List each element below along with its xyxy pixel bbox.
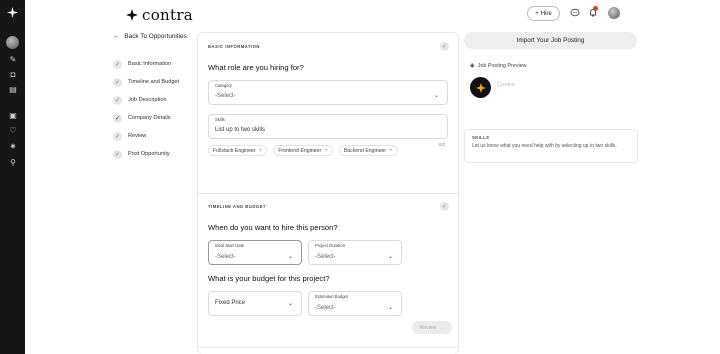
skill-chip[interactable]: Frontend Engineer + <box>273 145 333 156</box>
tools-icon[interactable]: ✎ <box>9 56 17 64</box>
review-label: Review <box>419 324 437 331</box>
role-question: What role are you hiring for? <box>208 63 304 72</box>
document-icon[interactable]: ▤ <box>9 86 17 94</box>
hire-label: Hire <box>540 10 552 17</box>
skills-label: Skills <box>215 117 225 122</box>
chip-label: Backend Engineer <box>343 147 387 154</box>
job-form: BASIC INFORMATION ✓ What role are you hi… <box>197 32 459 354</box>
step-label: Timeline and Budget <box>128 79 180 85</box>
budget-question: What is your budget for this project? <box>208 274 330 283</box>
company-avatar <box>470 77 491 98</box>
skills-counter: 0/2 <box>439 142 446 147</box>
preview-header: ◉ Job Posting Preview <box>470 63 527 69</box>
check-icon: ✓ <box>113 59 122 69</box>
plus-icon: + <box>535 10 539 17</box>
chevron-down-icon: ⌄ <box>287 254 293 260</box>
category-select[interactable]: Category -Select- ⌄ <box>208 80 448 105</box>
duration-label: Project Duration <box>315 243 346 248</box>
chip-label: Fullstack Engineer <box>213 147 256 154</box>
start-date-value: -Select- <box>215 254 236 260</box>
duration-value: -Select- <box>315 254 336 260</box>
skill-suggestions: Fullstack Engineer + Frontend Engineer +… <box>208 145 398 156</box>
skill-chip[interactable]: Backend Engineer + <box>338 145 398 156</box>
skills-card-description: Let us know what you need help with by s… <box>472 143 617 149</box>
eye-icon: ◉ <box>470 63 475 69</box>
check-icon: ✓ <box>113 77 122 87</box>
plus-icon: + <box>258 147 263 154</box>
plus-icon: + <box>389 147 393 154</box>
settings-icon[interactable]: ✷ <box>9 143 17 151</box>
estimated-budget-label: Estimated Budget <box>315 294 349 299</box>
step-label: Job Description <box>128 97 167 103</box>
check-icon: ✓ <box>440 202 449 211</box>
user-avatar[interactable] <box>608 7 620 19</box>
section-divider <box>198 193 458 194</box>
skills-card-title: SKILLS <box>472 135 490 140</box>
duration-select[interactable]: Project Duration -Select- ⌄ <box>308 240 402 265</box>
contra-logo-icon <box>475 82 486 93</box>
back-link[interactable]: ← Back To Opportunities <box>113 33 187 40</box>
chevron-down-icon: ⌄ <box>387 305 393 311</box>
step-label: Review <box>128 133 147 139</box>
contra-mark-icon <box>126 9 138 21</box>
search-icon[interactable]: ⚲ <box>9 159 17 167</box>
check-icon: ✓ <box>113 149 122 159</box>
chat-icon[interactable] <box>570 8 580 18</box>
arrow-right-icon: → <box>439 324 445 331</box>
step-job-description[interactable]: ✓ Job Description <box>113 91 179 109</box>
top-bar: contra + Hire <box>25 0 720 30</box>
plus-icon: + <box>324 147 328 154</box>
price-type-select[interactable]: Fixed Price ⌄ <box>208 291 302 316</box>
check-icon: ✓ <box>440 42 449 51</box>
estimated-budget-select[interactable]: Estimated Budget -Select- ⌄ <box>308 291 402 316</box>
check-icon: ✓ <box>113 95 122 105</box>
chevron-down-icon: ⌄ <box>287 301 293 307</box>
section-divider <box>198 347 458 348</box>
import-job-posting-button[interactable]: Import Your Job Posting <box>464 32 637 49</box>
step-label: Basic Information <box>128 61 172 67</box>
section-title-timeline: TIMELINE AND BUDGET <box>208 204 266 209</box>
heart-icon[interactable]: ♡ <box>9 127 17 135</box>
category-value: -Select- <box>215 93 236 99</box>
chip-label: Frontend Engineer <box>278 147 322 154</box>
start-date-select[interactable]: Ideal Start Date -Select- ⌄ <box>208 240 302 265</box>
step-label: Company Details <box>128 115 171 121</box>
chevron-down-icon: ⌄ <box>387 254 393 260</box>
step-timeline-budget[interactable]: ✓ Timeline and Budget <box>113 73 179 91</box>
step-post-opportunity[interactable]: ✓ Post Opportunity <box>113 145 179 163</box>
right-panel: Import Your Job Posting ◉ Job Posting Pr… <box>464 32 638 163</box>
notification-badge <box>593 6 598 11</box>
check-icon: ✓ <box>113 131 122 141</box>
skills-placeholder: List up to two skills <box>215 127 266 133</box>
brand-name: contra <box>142 6 194 24</box>
camera-icon[interactable]: ◘ <box>9 71 17 79</box>
section-title-basic: BASIC INFORMATION <box>208 44 260 49</box>
hire-question: When do you want to hire this person? <box>208 223 338 232</box>
step-list: ✓ Basic Information ✓ Timeline and Budge… <box>113 55 179 163</box>
step-label: Post Opportunity <box>128 151 170 157</box>
inbox-icon[interactable]: ▣ <box>9 112 17 120</box>
step-review[interactable]: ✓ Review <box>113 127 179 145</box>
category-label: Category <box>215 83 232 88</box>
back-label: Back To Opportunities <box>124 33 187 40</box>
preview-company-name: Contra <box>497 82 515 88</box>
preview-label: Job Posting Preview <box>477 63 527 69</box>
skills-info-card: SKILLS Let us know what you need help wi… <box>464 129 638 163</box>
contra-logo-icon[interactable] <box>7 7 18 18</box>
step-company-details[interactable]: ✓ Company Details <box>113 109 179 127</box>
check-icon: ✓ <box>113 113 122 123</box>
hire-button[interactable]: + Hire <box>527 6 560 21</box>
review-button[interactable]: Review → <box>412 321 452 334</box>
skills-input[interactable]: Skills List up to two skills <box>208 114 448 139</box>
step-basic-information[interactable]: ✓ Basic Information <box>113 55 179 73</box>
chevron-down-icon: ⌄ <box>433 93 439 99</box>
start-date-label: Ideal Start Date <box>215 243 245 248</box>
estimated-budget-value: -Select- <box>315 305 336 311</box>
skill-chip[interactable]: Fullstack Engineer + <box>208 145 268 156</box>
brand[interactable]: contra <box>126 6 193 24</box>
rail-avatar[interactable] <box>6 36 19 49</box>
arrow-left-icon: ← <box>113 33 120 40</box>
price-type-value: Fixed Price <box>215 300 246 306</box>
app-rail: ✎ ◘ ▤ ▣ ♡ ✷ ⚲ <box>0 0 25 354</box>
